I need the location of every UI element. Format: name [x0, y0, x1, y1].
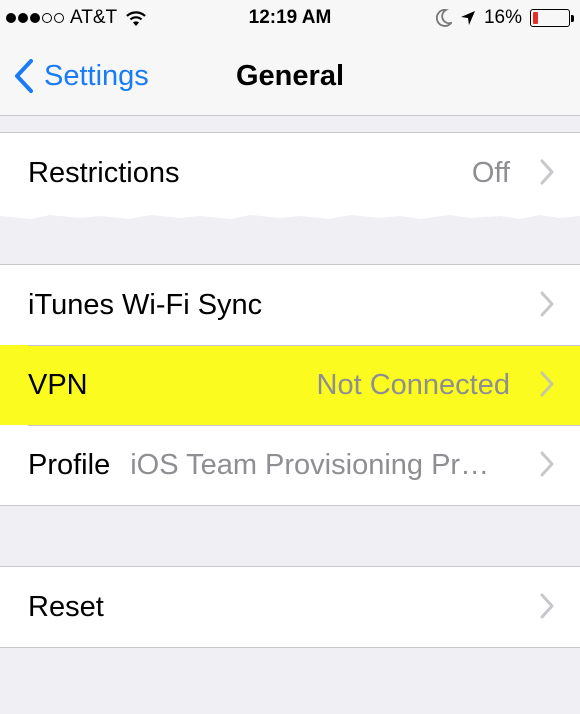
row-reset[interactable]: Reset [0, 567, 580, 647]
row-itunes-label: iTunes Wi-Fi Sync [28, 288, 263, 321]
torn-edge-divider [0, 210, 580, 256]
navigation-bar: Settings General [0, 38, 580, 116]
row-restrictions-label: Restrictions [28, 156, 180, 189]
battery-tip [571, 15, 574, 22]
settings-screen: AT&T 12:19 AM 16% Settings General Restr… [0, 0, 580, 714]
row-restrictions[interactable]: Restrictions Off [0, 133, 580, 213]
battery-percent: 16% [483, 7, 522, 28]
row-reset-label: Reset [28, 590, 104, 623]
chevron-right-icon [540, 291, 554, 317]
section-network: iTunes Wi-Fi Sync VPN Not Connected Prof… [0, 264, 580, 506]
battery-level [533, 12, 538, 24]
row-restrictions-value: Off [471, 156, 510, 189]
row-vpn[interactable]: VPN Not Connected [0, 345, 580, 425]
section-reset: Reset [0, 566, 580, 648]
row-vpn-value: Not Connected [316, 368, 510, 401]
row-itunes-wifi-sync[interactable]: iTunes Wi-Fi Sync [0, 265, 580, 345]
chevron-right-icon [540, 593, 554, 619]
chevron-right-icon [540, 159, 554, 185]
status-bar: AT&T 12:19 AM 16% [0, 0, 580, 38]
section-restrictions: Restrictions Off [0, 132, 580, 214]
page-title: General [0, 60, 580, 93]
moon-icon [435, 9, 452, 27]
page-title-text: General [236, 60, 344, 92]
chevron-right-icon [540, 451, 554, 477]
row-profile-label: Profile [28, 448, 111, 481]
row-profile-value: iOS Team Provisioning Pr… [130, 448, 490, 481]
status-right: 16% [435, 7, 574, 29]
location-arrow-icon [460, 11, 475, 25]
row-profile[interactable]: Profile iOS Team Provisioning Pr… [0, 425, 580, 505]
row-vpn-label: VPN [28, 368, 88, 401]
battery-icon [530, 9, 574, 27]
chevron-right-icon [540, 371, 554, 397]
